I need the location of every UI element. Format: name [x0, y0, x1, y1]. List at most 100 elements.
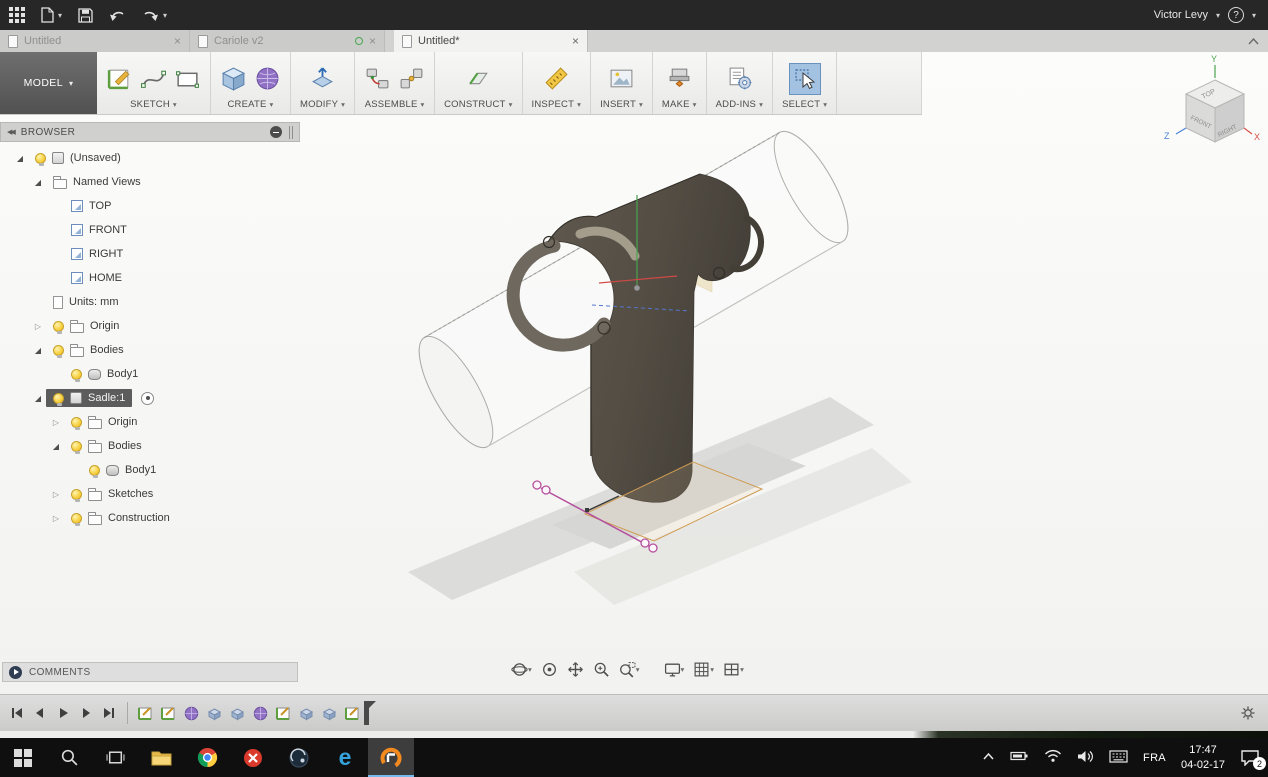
- document-tab-untitled-1[interactable]: Untitled ×: [0, 30, 190, 52]
- browser-item-sadle-body1[interactable]: Body1: [0, 458, 300, 482]
- 3d-canvas[interactable]: Y TOP FRONT RIGHT Z X ◀◀ BROWSER ◢ (Unsa…: [0, 52, 1268, 694]
- expand-arrow-icon[interactable]: ◢: [30, 346, 46, 355]
- chrome-icon[interactable]: [184, 738, 230, 777]
- modify-menu[interactable]: MODIFY ▾: [300, 99, 345, 110]
- timeline-extrude-feature-icon[interactable]: [321, 705, 338, 722]
- rectangle-tool-button[interactable]: [174, 65, 201, 92]
- expand-arrow-icon[interactable]: ◢: [30, 394, 46, 403]
- make-menu[interactable]: MAKE ▾: [662, 99, 697, 110]
- visibility-bulb-icon[interactable]: [89, 464, 100, 478]
- spline-tool-button[interactable]: [140, 65, 167, 92]
- action-center-icon[interactable]: 2: [1240, 749, 1266, 770]
- browser-item-sadle-bodies[interactable]: ◢ Bodies: [0, 434, 300, 458]
- browser-item-origin[interactable]: ▷ Origin: [0, 314, 300, 338]
- browser-item-view-right[interactable]: RIGHT: [0, 242, 300, 266]
- volume-icon[interactable]: [1077, 749, 1094, 767]
- construction-plane-button[interactable]: [465, 65, 492, 92]
- press-pull-button[interactable]: [309, 65, 336, 92]
- visibility-bulb-icon[interactable]: [71, 440, 82, 454]
- browser-item-unsaved[interactable]: ◢ (Unsaved): [0, 146, 300, 170]
- orbit-button[interactable]: ▾: [508, 658, 535, 681]
- timeline-extrude-feature-icon[interactable]: [229, 705, 246, 722]
- pan-button[interactable]: [564, 658, 587, 681]
- timeline-skip-start-button[interactable]: [8, 704, 26, 722]
- minimize-browser-icon[interactable]: [270, 126, 282, 138]
- redo-button[interactable]: ▾: [142, 8, 167, 23]
- visibility-bulb-icon[interactable]: [53, 320, 64, 334]
- workspace-selector[interactable]: MODEL ▾: [0, 52, 97, 114]
- app-icon-red[interactable]: [230, 738, 276, 777]
- battery-icon[interactable]: [1010, 749, 1029, 766]
- timeline-form-feature-icon[interactable]: [183, 705, 200, 722]
- hidden-icons-chevron[interactable]: [982, 752, 995, 764]
- new-component-button[interactable]: [364, 65, 391, 92]
- visibility-bulb-icon[interactable]: [53, 392, 64, 406]
- close-tab-icon[interactable]: ×: [369, 34, 376, 48]
- document-tab-untitled-active[interactable]: Untitled* ×: [394, 30, 588, 52]
- grid-snaps-button[interactable]: ▾: [690, 658, 717, 681]
- timeline-form-feature-icon[interactable]: [252, 705, 269, 722]
- zoom-window-button[interactable]: ▾: [616, 658, 643, 681]
- undo-button[interactable]: [109, 8, 126, 23]
- close-tab-icon[interactable]: ×: [174, 34, 181, 48]
- save-button[interactable]: [78, 7, 93, 23]
- network-wifi-icon[interactable]: [1044, 749, 1062, 766]
- language-indicator[interactable]: FRA: [1143, 752, 1166, 764]
- collapse-tabs-chevron-icon[interactable]: [1248, 32, 1259, 50]
- look-at-button[interactable]: [538, 658, 561, 681]
- joint-button[interactable]: [398, 65, 425, 92]
- browser-item-sadle-1[interactable]: ◢ Sadle:1: [0, 386, 300, 410]
- panel-grip-icon[interactable]: [289, 125, 293, 139]
- make-3d-print-button[interactable]: [666, 65, 693, 92]
- timeline-extrude-feature-icon[interactable]: [298, 705, 315, 722]
- browser-item-construction[interactable]: ▷ Construction: [0, 506, 300, 530]
- create-menu[interactable]: CREATE ▾: [228, 99, 274, 110]
- edge-icon[interactable]: e: [322, 738, 368, 777]
- timeline-play-button[interactable]: [54, 704, 72, 722]
- construct-menu[interactable]: CONSTRUCT ▾: [444, 99, 512, 110]
- viewcube[interactable]: Y TOP FRONT RIGHT Z X: [1164, 54, 1260, 143]
- browser-item-sadle-origin[interactable]: ▷ Origin: [0, 410, 300, 434]
- select-tool-button[interactable]: [788, 62, 821, 95]
- timeline-sketch-feature-icon[interactable]: [275, 705, 292, 722]
- insert-menu[interactable]: INSERT ▾: [600, 99, 643, 110]
- assemble-menu[interactable]: ASSEMBLE ▾: [365, 99, 425, 110]
- create-sketch-button[interactable]: [106, 65, 133, 92]
- touch-keyboard-icon[interactable]: [1109, 749, 1128, 766]
- timeline-step-forward-button[interactable]: [77, 704, 95, 722]
- app-grid-icon[interactable]: [9, 7, 25, 23]
- insert-canvas-button[interactable]: [608, 65, 635, 92]
- measure-button[interactable]: [543, 65, 570, 92]
- timeline-settings-gear-icon[interactable]: [1240, 705, 1260, 721]
- fusion-360-icon[interactable]: [368, 738, 414, 777]
- timeline-skip-end-button[interactable]: [100, 704, 118, 722]
- document-tab-cariole-v2[interactable]: Cariole v2 ×: [190, 30, 385, 52]
- timeline-step-back-button[interactable]: [31, 704, 49, 722]
- file-explorer-icon[interactable]: [138, 738, 184, 777]
- expand-arrow-icon[interactable]: ◢: [48, 442, 64, 451]
- scripts-add-ins-button[interactable]: [726, 65, 753, 92]
- help-button[interactable]: ?: [1227, 7, 1244, 23]
- browser-item-view-home[interactable]: HOME: [0, 266, 300, 290]
- sketch-menu[interactable]: SKETCH ▾: [130, 99, 177, 110]
- file-menu-button[interactable]: ▾: [41, 7, 62, 23]
- browser-item-view-front[interactable]: FRONT: [0, 218, 300, 242]
- display-settings-button[interactable]: ▾: [661, 658, 688, 681]
- inspect-menu[interactable]: INSPECT ▾: [532, 99, 582, 110]
- add-ins-menu[interactable]: ADD-INS ▾: [716, 99, 763, 110]
- browser-item-sketches[interactable]: ▷ Sketches: [0, 482, 300, 506]
- expand-arrow-icon[interactable]: ▷: [48, 418, 64, 427]
- visibility-bulb-icon[interactable]: [53, 344, 64, 358]
- timeline-position-marker[interactable]: [364, 701, 376, 725]
- visibility-bulb-icon[interactable]: [35, 152, 46, 166]
- start-button[interactable]: [0, 738, 46, 777]
- expand-arrow-icon[interactable]: ▷: [30, 322, 46, 331]
- browser-item-bodies[interactable]: ◢ Bodies: [0, 338, 300, 362]
- search-button[interactable]: [46, 738, 92, 777]
- viewports-button[interactable]: ▾: [720, 658, 747, 681]
- taskbar-clock[interactable]: 17:47 04-02-17: [1181, 743, 1225, 772]
- select-menu[interactable]: SELECT ▾: [782, 99, 827, 110]
- activate-component-radio[interactable]: [141, 391, 155, 405]
- timeline-extrude-feature-icon[interactable]: [206, 705, 223, 722]
- visibility-bulb-icon[interactable]: [71, 368, 82, 382]
